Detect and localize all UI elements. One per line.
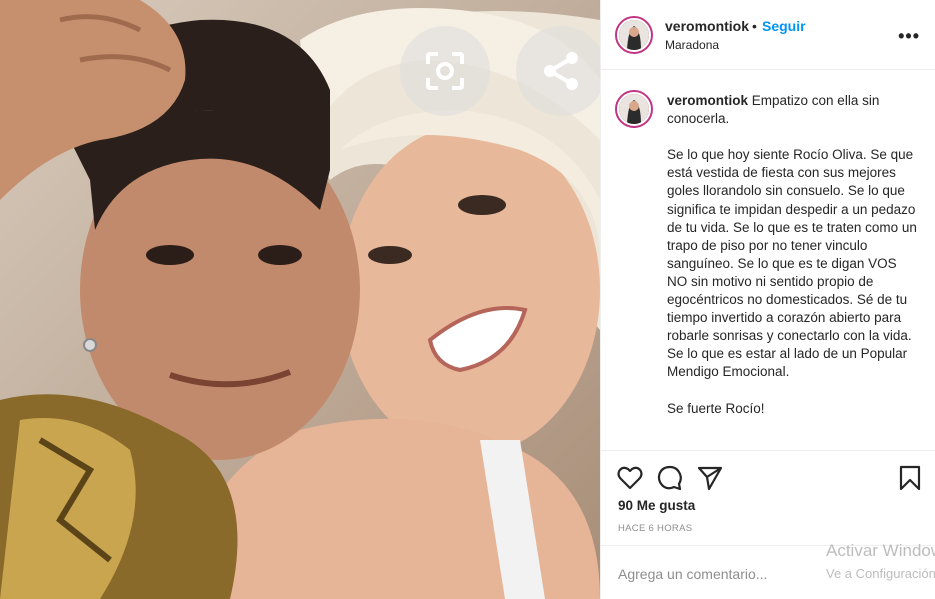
- follow-button[interactable]: Seguir: [762, 18, 806, 34]
- post-username[interactable]: veromontiok: [665, 18, 749, 34]
- photo-illustration: [0, 0, 600, 599]
- visual-search-button[interactable]: [400, 26, 490, 116]
- post-panel: veromontiok • Seguir Maradona ••• veromo…: [600, 0, 935, 599]
- caption-avatar-image: [619, 94, 649, 124]
- share-icon: [544, 52, 578, 90]
- bookmark-icon[interactable]: [897, 465, 923, 491]
- heart-icon[interactable]: [617, 465, 643, 491]
- post-caption: veromontiok Empatizo con ella sin conoce…: [667, 92, 917, 418]
- likes-count[interactable]: 90 Me gusta: [618, 498, 695, 513]
- comment-icon[interactable]: [657, 465, 683, 491]
- post-actions: 90 Me gusta HACE 6 HORAS: [601, 450, 935, 545]
- caption-avatar[interactable]: [615, 90, 653, 128]
- comment-input[interactable]: Agrega un comentario...: [618, 566, 767, 582]
- post-location[interactable]: Maradona: [665, 38, 719, 52]
- post-timestamp[interactable]: HACE 6 HORAS: [618, 523, 692, 534]
- windows-activation-title: Activar Windows: [826, 541, 935, 560]
- share-button[interactable]: [516, 26, 600, 116]
- post-header: veromontiok • Seguir Maradona •••: [601, 0, 935, 70]
- avatar-image: [619, 20, 649, 50]
- post-photo[interactable]: [0, 0, 600, 599]
- avatar[interactable]: [615, 16, 653, 54]
- caption-username[interactable]: veromontiok: [667, 93, 748, 108]
- visual-search-icon: [426, 52, 464, 90]
- follow-separator: •: [752, 18, 757, 34]
- caption-text: Empatizo con ella sin conocerla. Se lo q…: [667, 93, 917, 416]
- more-options-button[interactable]: •••: [898, 26, 920, 47]
- send-icon[interactable]: [697, 465, 723, 491]
- windows-activation-subtitle: Ve a Configuración: [826, 566, 935, 581]
- comments-section[interactable]: veromontiok Empatizo con ella sin conoce…: [601, 70, 935, 450]
